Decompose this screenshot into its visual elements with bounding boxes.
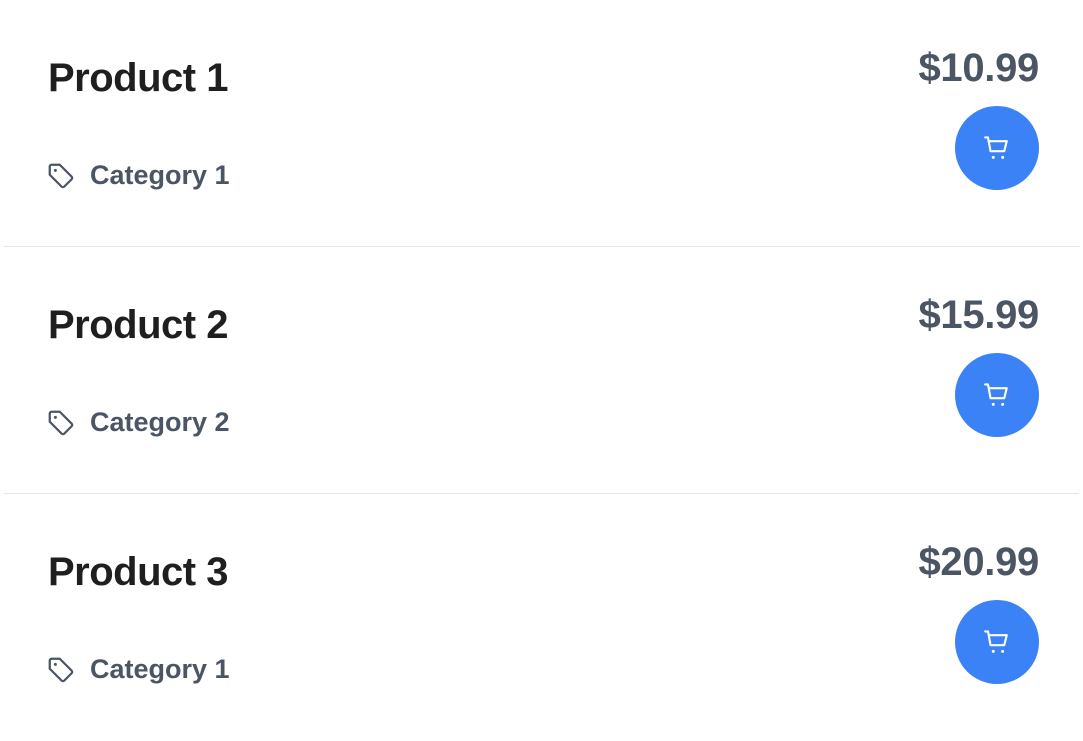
add-to-cart-button[interactable] [955,600,1039,684]
product-name: Product 2 [48,303,228,347]
tag-icon [46,655,76,685]
category-label: Category 2 [90,407,230,437]
product-price: $10.99 [918,46,1039,90]
product-name: Product 1 [48,56,228,100]
add-to-cart-button[interactable] [955,106,1039,190]
tag-icon [46,408,76,438]
tag-icon [46,161,76,191]
shopping-cart-icon [984,136,1008,159]
product-category: Category 1 [46,654,230,685]
shopping-cart-icon [984,630,1008,653]
product-category: Category 2 [46,407,230,438]
product-item: Product 1 Category 1 $10.99 [4,0,1079,247]
product-list: Product 1 Category 1 $10.99 Product 2 Ca… [0,0,1083,741]
product-price: $15.99 [918,293,1039,337]
add-to-cart-button[interactable] [955,353,1039,437]
product-price: $20.99 [918,540,1039,584]
product-item: Product 3 Category 1 $20.99 [4,494,1079,741]
product-name: Product 3 [48,550,228,594]
shopping-cart-icon [984,383,1008,406]
product-item: Product 2 Category 2 $15.99 [4,247,1079,494]
product-category: Category 1 [46,160,230,191]
category-label: Category 1 [90,654,230,684]
category-label: Category 1 [90,160,230,190]
